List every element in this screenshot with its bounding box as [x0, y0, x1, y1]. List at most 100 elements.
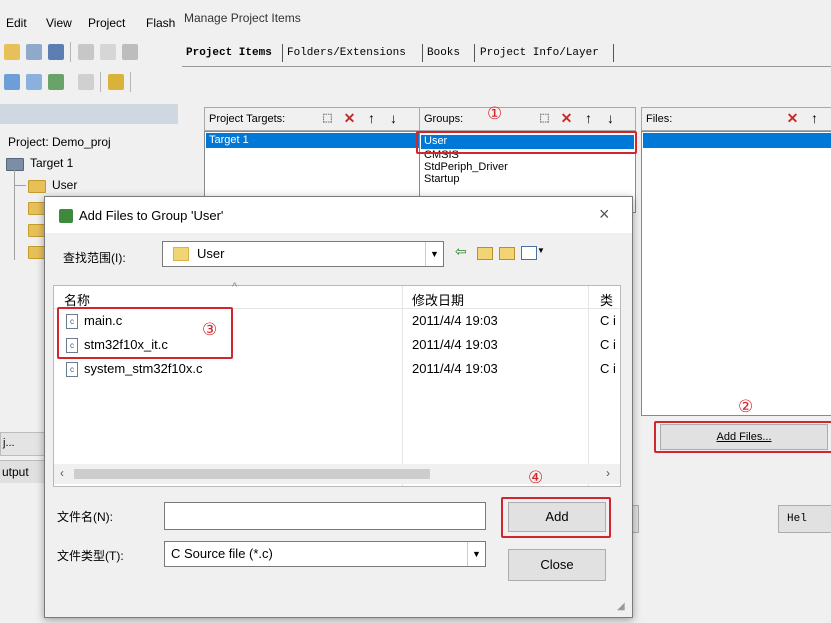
new-target-icon[interactable]: ⬚ — [319, 110, 336, 127]
file-row[interactable]: c system_stm32f10x.c 2011/4/4 19:03 C i — [54, 358, 620, 380]
help-label: Hel — [787, 513, 807, 525]
filetype-select[interactable]: C Source file (*.c) ▼ — [164, 541, 486, 567]
menu-project[interactable]: Project — [88, 16, 125, 30]
filetype-value: C Source file (*.c) — [171, 546, 273, 561]
menu-edit[interactable]: Edit — [6, 16, 27, 30]
groups-list-item[interactable]: StdPeriph_Driver — [424, 162, 508, 173]
resize-grip-icon[interactable]: ◢ — [617, 601, 625, 612]
tab-baseline — [182, 66, 831, 67]
groups-header: Groups: ⬚ ✕ ↑ ↓ — [419, 107, 636, 131]
toolbar-separator — [70, 42, 71, 62]
file-list[interactable]: 名称 ^ 修改日期 类 c main.c 2011/4/4 19:03 C i … — [53, 281, 621, 487]
move-up-group-icon[interactable]: ↑ — [580, 110, 597, 127]
files-header: Files: ✕ ↑ — [641, 107, 831, 131]
cut-icon[interactable] — [78, 44, 94, 60]
folder-icon — [173, 247, 189, 261]
dialog-titlebar: Add Files to Group 'User' × — [45, 197, 632, 233]
sort-up-icon: ^ — [232, 281, 238, 293]
targets-list-item[interactable]: Target 1 — [206, 133, 419, 148]
chevron-down-icon[interactable]: ▼ — [467, 542, 485, 566]
tree-line — [14, 170, 15, 260]
file-type: C i — [600, 337, 616, 352]
tab-project-info-layer[interactable]: Project Info/Layer — [480, 47, 599, 59]
save-icon[interactable] — [26, 44, 42, 60]
bookmark-icon[interactable] — [48, 74, 64, 90]
view-menu-chevron-icon[interactable]: ▼ — [537, 246, 545, 255]
save-all-icon[interactable] — [48, 44, 64, 60]
project-pane-header — [0, 104, 178, 124]
output-label: utput — [2, 465, 29, 479]
load-icon[interactable] — [108, 74, 124, 90]
view-menu-icon[interactable] — [521, 246, 537, 260]
highlight-box-group-user — [416, 131, 637, 154]
move-down-target-icon[interactable]: ↓ — [385, 110, 402, 127]
window-title: Manage Project Items — [184, 11, 301, 25]
c-file-icon: c — [66, 362, 78, 377]
output-pane-tab[interactable]: utput — [0, 460, 44, 483]
lookin-label: 查找范围(I): — [63, 251, 126, 265]
keil-app-icon — [59, 209, 73, 223]
chevron-down-icon[interactable]: ▼ — [425, 242, 443, 266]
targets-label: Project Targets: — [209, 113, 286, 125]
column-type[interactable]: 类 — [600, 290, 613, 309]
back-icon[interactable]: ⇦ — [455, 243, 467, 260]
up-folder-icon[interactable] — [477, 247, 493, 260]
step-marker-4: ④ — [528, 468, 544, 487]
filetype-label: 文件类型(T): — [57, 549, 124, 563]
tree-line — [14, 185, 26, 186]
file-name: system_stm32f10x.c — [84, 361, 203, 376]
file-date: 2011/4/4 19:03 — [412, 361, 498, 376]
tab-project-items[interactable]: Project Items — [186, 47, 272, 59]
filename-input[interactable] — [164, 502, 486, 530]
groups-list-item[interactable]: Startup — [424, 174, 459, 185]
step-marker-2: ② — [738, 397, 754, 416]
move-up-target-icon[interactable]: ↑ — [363, 110, 380, 127]
scroll-right-icon[interactable]: › — [606, 466, 610, 480]
lookin-select[interactable]: User ▼ — [162, 241, 444, 267]
delete-file-icon[interactable]: ✕ — [784, 110, 801, 127]
paste-icon[interactable] — [122, 44, 138, 60]
tab-divider — [613, 44, 614, 62]
dialog-title: Add Files to Group 'User' — [79, 208, 224, 223]
tab-books[interactable]: Books — [427, 47, 460, 59]
tab-strip: Project Items Folders/Extensions Books P… — [184, 44, 616, 64]
tab-divider — [474, 44, 475, 62]
menu-flash[interactable]: Flash — [146, 16, 175, 30]
close-button-label: Close — [540, 557, 574, 572]
tab-divider — [422, 44, 423, 62]
delete-target-icon[interactable]: ✕ — [341, 110, 358, 127]
files-list[interactable] — [641, 131, 831, 416]
close-icon[interactable]: × — [599, 204, 610, 225]
project-label: Project: Demo_proj — [8, 135, 111, 149]
file-type: C i — [600, 361, 616, 376]
close-button[interactable]: Close — [508, 549, 606, 581]
target-icon — [6, 158, 24, 171]
scrollbar-thumb[interactable] — [74, 469, 430, 479]
indent-icon[interactable] — [4, 74, 20, 90]
tree-group-user[interactable]: User — [52, 178, 77, 192]
open-icon[interactable] — [4, 44, 20, 60]
folder-icon — [28, 180, 46, 193]
bottom-tab[interactable]: j... — [0, 432, 46, 456]
help-button[interactable]: Hel — [778, 505, 831, 533]
copy-icon[interactable] — [100, 44, 116, 60]
highlight-box-add-files — [654, 421, 831, 453]
column-date[interactable]: 修改日期 — [412, 290, 464, 309]
move-down-group-icon[interactable]: ↓ — [602, 110, 619, 127]
tab-folders-extensions[interactable]: Folders/Extensions — [287, 47, 406, 59]
file-date: 2011/4/4 19:03 — [412, 313, 498, 328]
files-label: Files: — [646, 113, 673, 125]
find-icon[interactable] — [78, 74, 94, 90]
new-folder-icon[interactable] — [499, 247, 515, 260]
files-list-selection — [643, 133, 831, 148]
tab-divider — [282, 44, 283, 62]
outdent-icon[interactable] — [26, 74, 42, 90]
delete-group-icon[interactable]: ✕ — [558, 110, 575, 127]
tree-target[interactable]: Target 1 — [30, 156, 73, 170]
move-up-file-icon[interactable]: ↑ — [806, 110, 823, 127]
toolbar-separator — [130, 72, 131, 92]
new-group-icon[interactable]: ⬚ — [536, 110, 553, 127]
scroll-left-icon[interactable]: ‹ — [60, 466, 64, 480]
file-list-header: 名称 ^ 修改日期 类 — [54, 281, 620, 486]
menu-view[interactable]: View — [46, 16, 72, 30]
